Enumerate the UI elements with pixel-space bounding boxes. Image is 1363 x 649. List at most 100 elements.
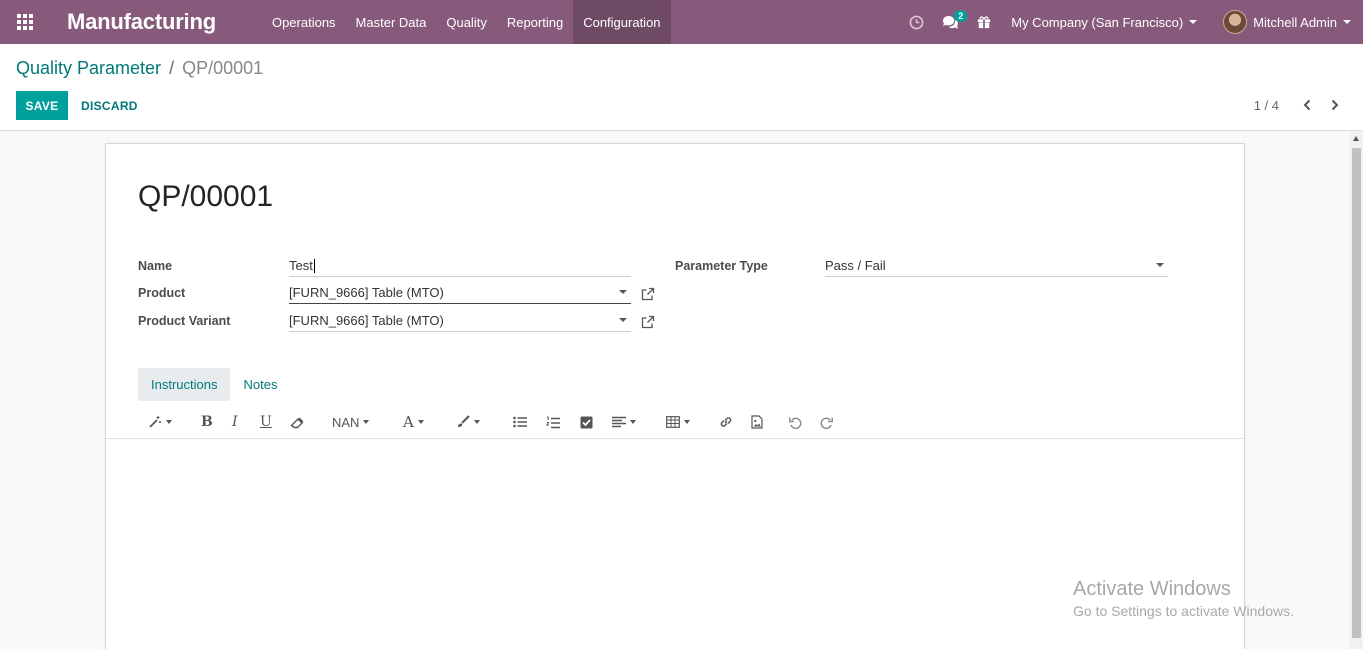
redo-button[interactable] bbox=[820, 412, 833, 432]
chevron-down-icon bbox=[684, 420, 690, 424]
link-icon bbox=[720, 417, 732, 427]
record-title: QP/00001 bbox=[138, 180, 274, 213]
font-size-dropdown[interactable]: NAN bbox=[332, 412, 370, 432]
watermark-subtitle: Go to Settings to activate Windows. bbox=[1073, 603, 1294, 619]
avatar bbox=[1223, 10, 1248, 34]
discard-button[interactable]: DISCARD bbox=[81, 91, 138, 120]
chevron-down-icon bbox=[630, 420, 636, 424]
control-panel: Quality Parameter / QP/00001 SAVE DISCAR… bbox=[0, 44, 1363, 131]
chevron-down-icon[interactable] bbox=[619, 318, 627, 322]
menu-quality[interactable]: Quality bbox=[436, 0, 496, 44]
product-label: Product bbox=[138, 286, 186, 300]
style-button[interactable] bbox=[148, 412, 172, 432]
product-field[interactable]: [FURN_9666] Table (MTO) bbox=[289, 282, 631, 304]
company-switcher[interactable]: My Company (San Francisco) bbox=[1001, 15, 1211, 30]
link-button[interactable] bbox=[719, 412, 733, 432]
checklist-button[interactable] bbox=[580, 412, 593, 432]
menu-master-data[interactable]: Master Data bbox=[346, 0, 437, 44]
breadcrumb-parent-link[interactable]: Quality Parameter bbox=[16, 58, 161, 79]
product-value: [FURN_9666] Table (MTO) bbox=[289, 285, 444, 300]
name-label: Name bbox=[138, 259, 173, 273]
checkbox-icon bbox=[580, 416, 593, 428]
chevron-down-icon[interactable] bbox=[619, 290, 627, 294]
chevron-down-icon bbox=[1343, 20, 1351, 24]
product-variant-field[interactable]: [FURN_9666] Table (MTO) bbox=[289, 310, 631, 332]
background-color-dropdown[interactable] bbox=[456, 412, 480, 432]
product-variant-value: [FURN_9666] Table (MTO) bbox=[289, 313, 444, 328]
redo-icon bbox=[820, 417, 833, 429]
external-link-icon[interactable] bbox=[641, 287, 655, 301]
bold-button[interactable]: B bbox=[201, 412, 213, 432]
chevron-down-icon bbox=[166, 420, 172, 424]
chevron-right-icon bbox=[1331, 99, 1339, 111]
page-scrollbar[interactable] bbox=[1350, 131, 1363, 649]
form-sheet: QP/00001 Name Test Product [FURN_9666] T… bbox=[105, 143, 1245, 649]
pager-previous-button[interactable] bbox=[1298, 96, 1316, 114]
main-menu: Operations Master Data Quality Reporting… bbox=[262, 0, 671, 44]
chevron-down-icon bbox=[474, 420, 480, 424]
user-name: Mitchell Admin bbox=[1253, 14, 1337, 30]
undo-button[interactable] bbox=[789, 412, 802, 432]
breadcrumb: Quality Parameter / QP/00001 bbox=[16, 58, 263, 79]
breadcrumb-separator: / bbox=[169, 58, 175, 78]
scroll-up-icon[interactable] bbox=[1353, 136, 1359, 141]
eraser-icon bbox=[290, 417, 304, 428]
apps-grid-icon[interactable] bbox=[0, 0, 50, 44]
italic-button[interactable]: I bbox=[232, 412, 238, 432]
table-icon bbox=[666, 416, 680, 428]
bullet-list-button[interactable] bbox=[513, 412, 527, 432]
menu-reporting[interactable]: Reporting bbox=[497, 0, 573, 44]
parameter-type-value: Pass / Fail bbox=[825, 258, 886, 273]
bold-icon: B bbox=[201, 414, 213, 430]
menu-configuration[interactable]: Configuration bbox=[573, 0, 671, 44]
pager-value: 1 / 4 bbox=[1253, 98, 1279, 113]
chevron-down-icon bbox=[363, 420, 370, 424]
magic-wand-icon bbox=[149, 416, 161, 428]
italic-icon: I bbox=[232, 414, 238, 430]
parameter-type-label: Parameter Type bbox=[675, 259, 768, 273]
chevron-down-icon[interactable] bbox=[1156, 263, 1164, 267]
undo-icon bbox=[789, 417, 802, 429]
align-left-icon bbox=[612, 416, 626, 428]
messages-badge: 2 bbox=[954, 10, 968, 22]
underline-icon: U bbox=[260, 414, 272, 430]
image-icon bbox=[751, 415, 763, 429]
notebook-tabs: Instructions Notes bbox=[138, 368, 290, 401]
chevron-down-icon bbox=[1189, 20, 1198, 24]
breadcrumb-current: QP/00001 bbox=[182, 58, 264, 78]
paragraph-align-dropdown[interactable] bbox=[612, 412, 636, 432]
eraser-button[interactable] bbox=[290, 412, 305, 432]
editor-toolbar: B I U NAN A bbox=[106, 406, 1244, 439]
tab-notes[interactable]: Notes bbox=[230, 368, 290, 401]
name-field[interactable]: Test bbox=[289, 255, 631, 277]
table-dropdown[interactable] bbox=[666, 412, 690, 432]
underline-button[interactable]: U bbox=[260, 412, 272, 432]
app-name[interactable]: Manufacturing bbox=[50, 9, 262, 35]
numbered-list-icon bbox=[546, 416, 560, 428]
image-button[interactable] bbox=[751, 412, 763, 432]
font-size-label: NAN bbox=[332, 414, 360, 430]
scroll-thumb[interactable] bbox=[1352, 148, 1361, 638]
user-menu[interactable]: Mitchell Admin bbox=[1211, 10, 1363, 34]
text-cursor bbox=[313, 259, 315, 273]
company-name: My Company (San Francisco) bbox=[1011, 14, 1184, 30]
product-variant-label: Product Variant bbox=[138, 314, 231, 328]
pager-next-button[interactable] bbox=[1326, 96, 1344, 114]
numbered-list-button[interactable] bbox=[546, 412, 560, 432]
parameter-type-select[interactable]: Pass / Fail bbox=[825, 255, 1168, 277]
font-color-icon: A bbox=[403, 413, 414, 431]
gift-icon[interactable] bbox=[967, 0, 1001, 44]
windows-activation-watermark: Activate Windows Go to Settings to activ… bbox=[1073, 578, 1294, 619]
top-navbar: Manufacturing Operations Master Data Qua… bbox=[0, 0, 1363, 44]
save-button[interactable]: SAVE bbox=[16, 91, 68, 120]
menu-operations[interactable]: Operations bbox=[262, 0, 346, 44]
font-color-dropdown[interactable]: A bbox=[403, 412, 424, 432]
external-link-icon[interactable] bbox=[641, 315, 655, 329]
chevron-left-icon bbox=[1303, 99, 1311, 111]
tab-instructions[interactable]: Instructions bbox=[138, 368, 231, 401]
paintbrush-icon bbox=[458, 415, 470, 427]
name-value: Test bbox=[289, 258, 313, 273]
clock-icon[interactable] bbox=[899, 0, 933, 44]
navbar-systray: 2 My Company (San Francisco) Mitchell Ad… bbox=[899, 0, 1363, 44]
chat-icon[interactable]: 2 bbox=[933, 0, 968, 44]
